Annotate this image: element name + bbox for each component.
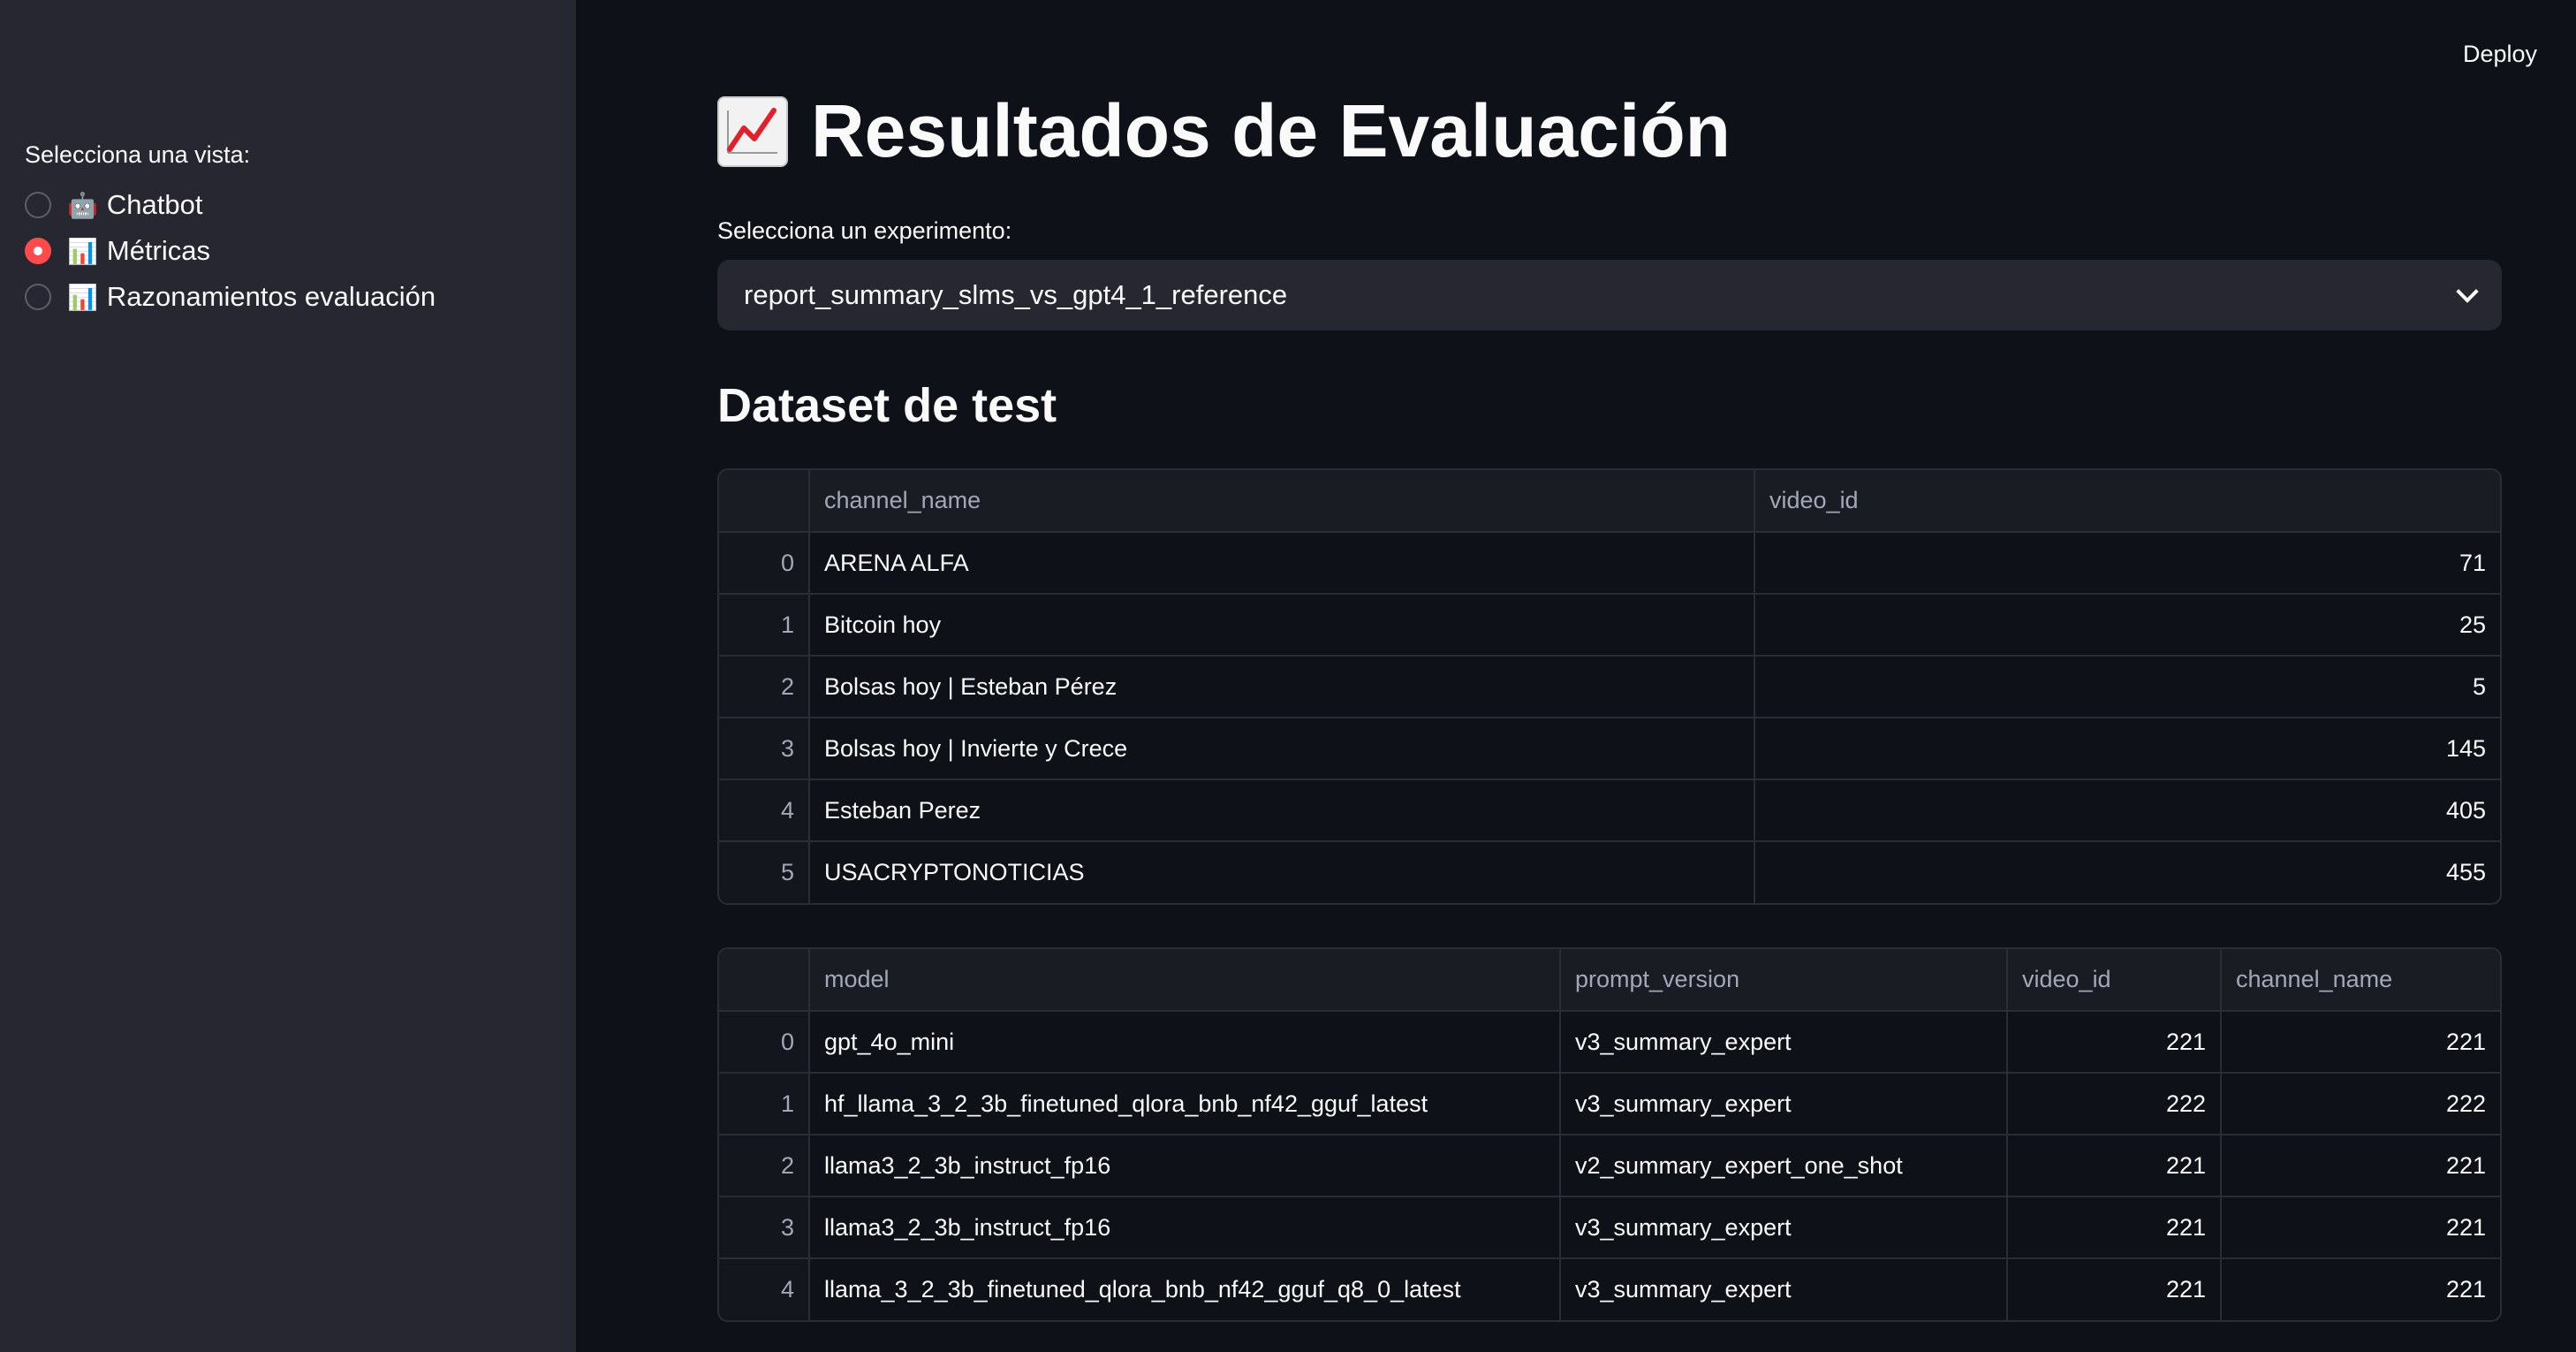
table-cell-channel-name[interactable]: 221 [2221, 1196, 2500, 1259]
table-cell-prompt-version[interactable]: v3_summary_expert [1560, 1258, 2008, 1320]
row-index: 3 [719, 1196, 810, 1259]
column-header[interactable]: video_id [1754, 470, 2500, 533]
table-cell-model[interactable]: llama3_2_3b_instruct_fp16 [809, 1135, 1561, 1197]
table-header-row: channel_name video_id [719, 470, 2500, 533]
table-cell-video-id[interactable]: 221 [2007, 1196, 2222, 1259]
radio-button-selected[interactable] [25, 238, 51, 264]
experiment-select-label: Selecciona un experimento: [717, 217, 1012, 244]
table-row[interactable]: 5 USACRYPTONOTICIAS 455 [719, 841, 2500, 903]
radio-option-razonamientos[interactable]: 📊 Razonamientos evaluación [25, 281, 436, 313]
table-cell-model[interactable]: hf_llama_3_2_3b_finetuned_qlora_bnb_nf42… [809, 1073, 1561, 1136]
table-header-row: model prompt_version video_id channel_na… [719, 949, 2500, 1012]
index-header [719, 470, 810, 533]
table-cell-model[interactable]: llama_3_2_3b_finetuned_qlora_bnb_nf42_gg… [809, 1258, 1561, 1320]
table-row[interactable]: 3 llama3_2_3b_instruct_fp16 v3_summary_exp… [719, 1196, 2500, 1259]
row-index: 3 [719, 718, 810, 780]
row-index: 5 [719, 841, 810, 903]
table-cell-channel-name[interactable]: Bolsas hoy | Esteban Pérez [809, 656, 1755, 718]
row-index: 2 [719, 1135, 810, 1197]
radio-option-chatbot[interactable]: 🤖 Chatbot [25, 189, 202, 221]
table-cell-channel-name[interactable]: Bolsas hoy | Invierte y Crece [809, 718, 1755, 780]
column-header[interactable]: channel_name [809, 470, 1755, 533]
table-row[interactable]: 2 Bolsas hoy | Esteban Pérez 5 [719, 656, 2500, 718]
radio-option-label: Métricas [106, 235, 211, 266]
table-row[interactable]: 2 llama3_2_3b_instruct_fp16 v2_summary_exp… [719, 1135, 2500, 1197]
table-cell-channel-name[interactable]: 221 [2221, 1258, 2500, 1320]
bar-chart-icon: 📊 [67, 283, 98, 311]
column-header[interactable]: channel_name [2221, 949, 2500, 1012]
table-cell-prompt-version[interactable]: v2_summary_expert_one_shot [1560, 1135, 2008, 1197]
dataset-table[interactable]: channel_name video_id 0 ARENA ALFA 71 1 Bitc… [717, 468, 2502, 905]
table-cell-prompt-version[interactable]: v3_summary_expert [1560, 1011, 2008, 1074]
table-row[interactable]: 4 Esteban Perez 405 [719, 779, 2500, 842]
page-title: Resultados de Evaluación [717, 88, 1731, 174]
view-select-label: Selecciona una vista: [25, 141, 251, 168]
row-index: 1 [719, 1073, 810, 1136]
row-index: 1 [719, 594, 810, 657]
table-cell-prompt-version[interactable]: v3_summary_expert [1560, 1196, 2008, 1259]
table-cell-video-id[interactable]: 25 [1754, 594, 2500, 657]
table-row[interactable]: 0 gpt_4o_mini v3_summary_expert 221 221 [719, 1011, 2500, 1074]
bar-chart-icon: 📊 [67, 237, 98, 265]
column-header[interactable]: video_id [2007, 949, 2222, 1012]
app: Selecciona una vista: 🤖 Chatbot 📊 Métric… [0, 0, 2576, 1352]
row-index: 0 [719, 1011, 810, 1074]
radio-option-label: Chatbot [106, 189, 203, 220]
table-cell-video-id[interactable]: 221 [2007, 1135, 2222, 1197]
page-title-text: Resultados de Evaluación [811, 89, 1731, 172]
table-row[interactable]: 1 Bitcoin hoy 25 [719, 594, 2500, 657]
table-cell-model[interactable]: llama3_2_3b_instruct_fp16 [809, 1196, 1561, 1259]
chevron-down-icon[interactable] [2456, 280, 2479, 303]
table-cell-channel-name[interactable]: Esteban Perez [809, 779, 1755, 842]
table-cell-prompt-version[interactable]: v3_summary_expert [1560, 1073, 2008, 1136]
index-header [719, 949, 810, 1012]
radio-option-label: Razonamientos evaluación [106, 281, 436, 312]
table-cell-channel-name[interactable]: Bitcoin hoy [809, 594, 1755, 657]
radio-option-metricas[interactable]: 📊 Métricas [25, 235, 210, 267]
sidebar: Selecciona una vista: 🤖 Chatbot 📊 Métric… [0, 0, 576, 1352]
row-index: 4 [719, 779, 810, 842]
robot-icon: 🤖 [67, 191, 98, 219]
column-header[interactable]: prompt_version [1560, 949, 2008, 1012]
table-cell-video-id[interactable]: 405 [1754, 779, 2500, 842]
row-index: 0 [719, 532, 810, 595]
experiment-select-value: report_summary_slms_vs_gpt4_1_reference [744, 279, 1288, 310]
section-title: Dataset de test [717, 379, 1057, 432]
table-cell-channel-name[interactable]: ARENA ALFA [809, 532, 1755, 595]
table-cell-video-id[interactable]: 5 [1754, 656, 2500, 718]
table-row[interactable]: 0 ARENA ALFA 71 [719, 532, 2500, 595]
chart-increasing-icon [717, 95, 788, 167]
table-cell-video-id[interactable]: 221 [2007, 1258, 2222, 1320]
table-cell-model[interactable]: gpt_4o_mini [809, 1011, 1561, 1074]
table-row[interactable]: 4 llama_3_2_3b_finetuned_qlora_bnb_nf42_g… [719, 1258, 2500, 1320]
table-row[interactable]: 3 Bolsas hoy | Invierte y Crece 145 [719, 718, 2500, 780]
table-cell-channel-name[interactable]: 222 [2221, 1073, 2500, 1136]
column-header[interactable]: model [809, 949, 1561, 1012]
row-index: 4 [719, 1258, 810, 1320]
table-row[interactable]: 1 hf_llama_3_2_3b_finetuned_qlora_bnb_nf4… [719, 1073, 2500, 1136]
table-cell-channel-name[interactable]: USACRYPTONOTICIAS [809, 841, 1755, 903]
table-cell-video-id[interactable]: 222 [2007, 1073, 2222, 1136]
radio-button[interactable] [25, 192, 51, 218]
results-table[interactable]: model prompt_version video_id channel_na… [717, 947, 2502, 1322]
table-cell-channel-name[interactable]: 221 [2221, 1135, 2500, 1197]
table-cell-video-id[interactable]: 455 [1754, 841, 2500, 903]
table-cell-video-id[interactable]: 145 [1754, 718, 2500, 780]
table-cell-channel-name[interactable]: 221 [2221, 1011, 2500, 1074]
row-index: 2 [719, 656, 810, 718]
deploy-button[interactable]: Deploy [2463, 41, 2537, 68]
table-cell-video-id[interactable]: 71 [1754, 532, 2500, 595]
experiment-select[interactable]: report_summary_slms_vs_gpt4_1_reference [717, 260, 2502, 330]
table-cell-video-id[interactable]: 221 [2007, 1011, 2222, 1074]
radio-button[interactable] [25, 284, 51, 310]
